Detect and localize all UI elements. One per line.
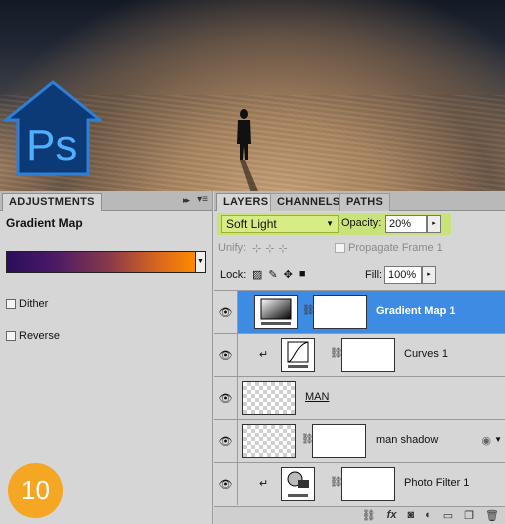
layer-mask-thumbnail[interactable] [312, 424, 366, 458]
chevron-down-icon: ▼ [326, 219, 334, 228]
step-number-badge: 10 [8, 463, 63, 518]
layer-row-man-shadow[interactable]: 👁 ⛓ man shadow ◉ ▼ [214, 419, 505, 462]
propagate-frame-option: Propagate Frame 1 [335, 242, 443, 254]
dither-label: Dither [19, 298, 49, 310]
adjustments-panel: ADJUSTMENTS ▸▸ ▾≡ Gradient Map ▼ Dither … [0, 191, 213, 524]
lock-brush-icon[interactable]: ✎ [268, 268, 277, 281]
layer-effects-icon[interactable]: ◉ [481, 434, 491, 447]
blend-mode-select[interactable]: Soft Light ▼ [221, 215, 339, 233]
blend-opacity-highlight: Soft Light ▼ Opacity: 20% ▸ [217, 213, 451, 235]
dither-checkbox[interactable] [6, 299, 16, 309]
tab-layers[interactable]: LAYERS [216, 193, 276, 211]
group-icon[interactable]: ▭ [443, 509, 453, 522]
lock-all-icon[interactable]: ■ [299, 268, 306, 281]
eye-icon[interactable]: 👁 [214, 291, 238, 333]
adjustment-title: Gradient Map [6, 216, 83, 230]
eye-icon[interactable]: 👁 [214, 463, 238, 505]
layer-mask-thumbnail[interactable] [341, 467, 395, 501]
layer-row-man[interactable]: 👁 MAN [214, 376, 505, 419]
layer-name: Photo Filter 1 [404, 477, 470, 489]
layer-mask-thumbnail[interactable] [313, 295, 367, 329]
background-photo: Ps [0, 0, 505, 191]
chevron-down-icon[interactable]: ▼ [494, 435, 502, 444]
reverse-label: Reverse [19, 330, 60, 342]
layer-mask-thumbnail[interactable] [341, 338, 395, 372]
adjustments-tabbar: ADJUSTMENTS ▸▸ ▾≡ [0, 191, 212, 211]
gradient-map-thumbnail [254, 295, 298, 329]
fx-icon[interactable]: fx [387, 509, 397, 522]
layers-bottom-bar: ⛓ fx ◙ ◐ ▭ ❐ 🗑 [214, 506, 505, 524]
blend-mode-value: Soft Light [226, 217, 277, 231]
eye-icon[interactable]: 👁 [214, 334, 238, 376]
clip-arrow-icon: ↵ [259, 478, 269, 490]
unify-label: Unify: [218, 242, 247, 254]
lock-label: Lock: [220, 269, 247, 281]
opacity-input[interactable]: 20% [385, 215, 427, 233]
photoshop-logo: Ps [4, 80, 102, 176]
curves-thumbnail [281, 338, 315, 372]
layer-name: man shadow [376, 434, 439, 446]
opacity-slider-button[interactable]: ▸ [427, 215, 441, 233]
fill-input[interactable]: 100% [384, 266, 422, 284]
layer-thumbnail [242, 381, 296, 415]
lock-position-icon[interactable]: ✥ [284, 268, 293, 281]
photo-filter-thumbnail [281, 467, 315, 501]
layer-thumbnail [242, 424, 296, 458]
clip-arrow-icon: ↵ [259, 349, 269, 361]
layers-panel: LAYERS CHANNELS PATHS Soft Light ▼ Opaci… [214, 191, 505, 524]
propagate-label: Propagate Frame 1 [348, 242, 443, 254]
layer-row-gradient-map-1[interactable]: 👁 ⛓ Gradient Map 1 [214, 290, 505, 333]
eye-icon[interactable]: 👁 [214, 377, 238, 419]
layer-name: MAN [305, 391, 330, 403]
reverse-checkbox[interactable] [6, 331, 16, 341]
dither-option[interactable]: Dither [6, 298, 48, 310]
link-icon[interactable]: ⛓ [362, 509, 376, 522]
fill-slider-button[interactable]: ▸ [422, 266, 436, 284]
reverse-option[interactable]: Reverse [6, 330, 60, 342]
man-silhouette [237, 109, 258, 191]
eye-icon[interactable]: 👁 [214, 420, 238, 462]
unify-icons: ⊹⊹⊹ [252, 243, 292, 255]
ps-logo-text: Ps [26, 121, 77, 170]
panel-menu-icon[interactable]: ▾≡ [197, 194, 208, 205]
collapse-icon[interactable]: ▸▸ [183, 195, 190, 206]
layer-row-curves-1[interactable]: 👁 ↵ ⛓ Curves 1 [214, 333, 505, 376]
fill-label: Fill: [365, 269, 383, 281]
layers-tabbar: LAYERS CHANNELS PATHS [214, 191, 505, 211]
tab-channels[interactable]: CHANNELS [270, 193, 348, 211]
tab-adjustments[interactable]: ADJUSTMENTS [2, 193, 102, 211]
tab-paths[interactable]: PATHS [339, 193, 391, 211]
gradient-dropdown-button[interactable]: ▼ [196, 251, 206, 273]
adjustment-icon[interactable]: ◐ [425, 509, 432, 522]
propagate-checkbox [335, 243, 345, 253]
layer-row-photo-filter-1[interactable]: 👁 ↵ ⛓ Photo Filter 1 [214, 462, 505, 505]
mask-icon[interactable]: ◙ [407, 509, 414, 522]
new-layer-icon[interactable]: ❐ [464, 509, 474, 522]
layer-name: Curves 1 [404, 348, 449, 360]
lock-transparency-icon[interactable]: ▨ [252, 268, 262, 281]
gradient-swatch[interactable] [6, 251, 196, 273]
layer-actions: ⛓ fx ◙ ◐ ▭ ❐ 🗑 [362, 509, 499, 522]
lock-icons: ▨ ✎ ✥ ■ [252, 268, 306, 281]
opacity-label: Opacity: [341, 217, 382, 229]
trash-icon[interactable]: 🗑 [485, 509, 499, 522]
layer-name: Gradient Map 1 [376, 305, 456, 317]
